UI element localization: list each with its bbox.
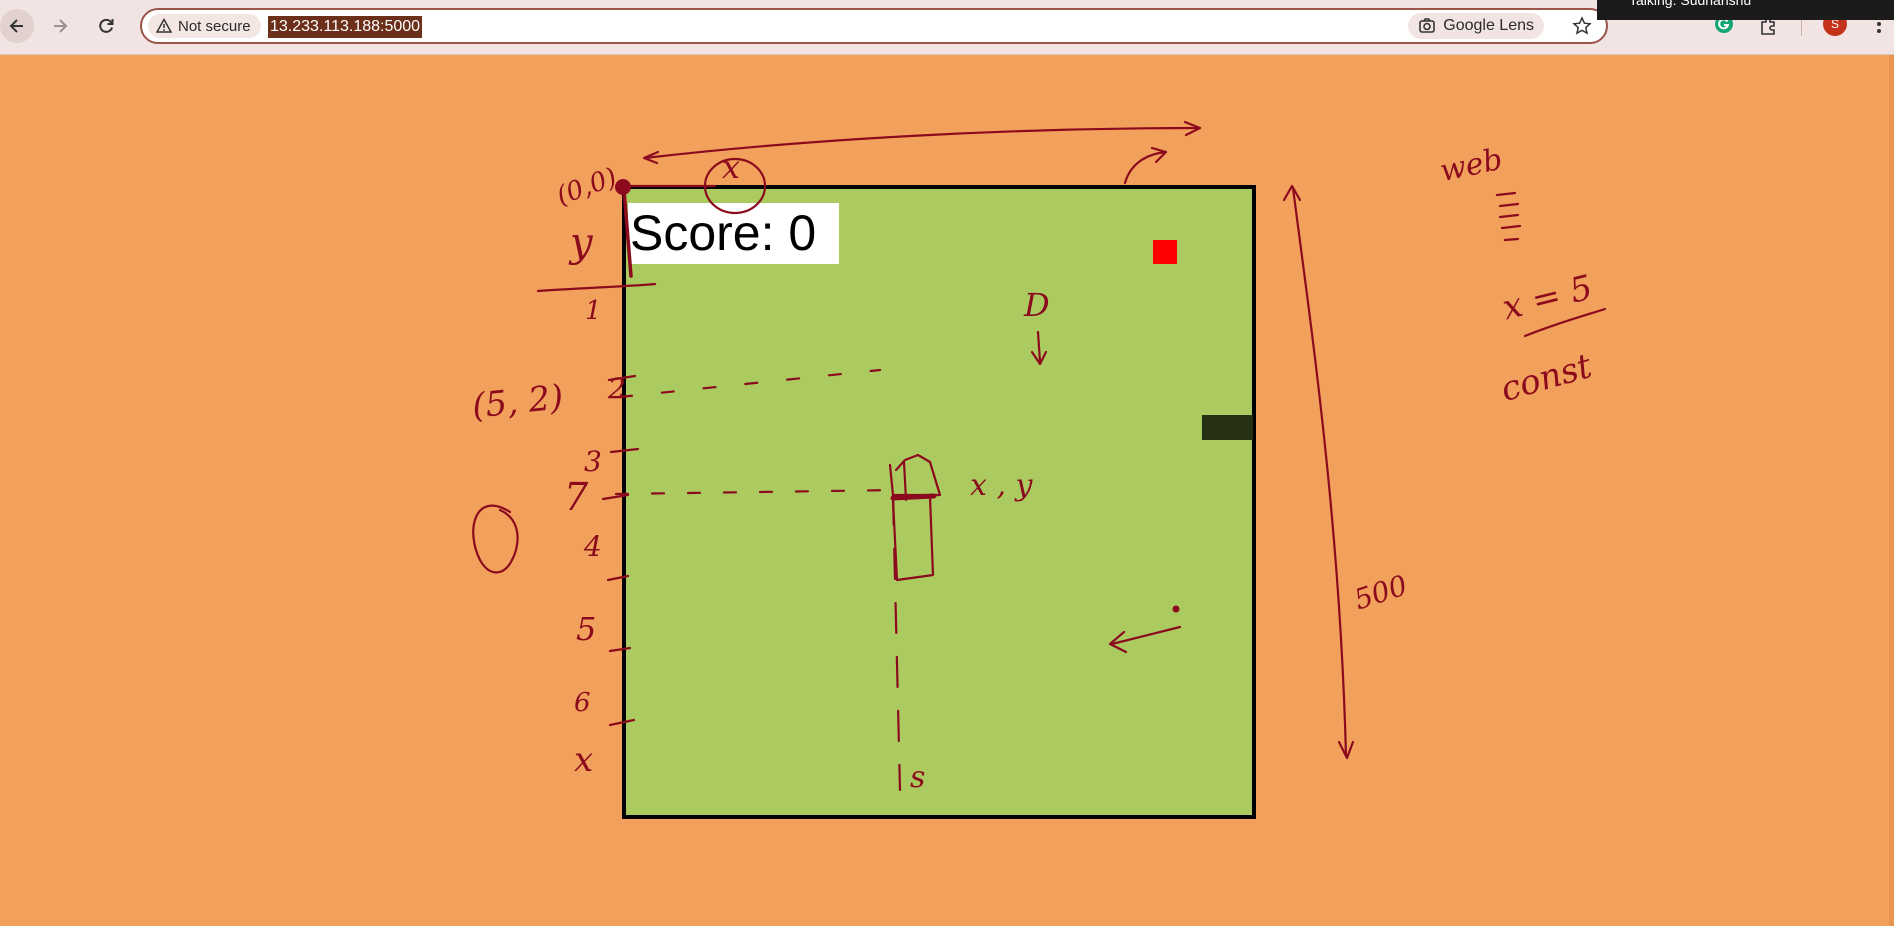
warning-icon (156, 18, 172, 33)
back-button[interactable] (0, 9, 34, 43)
google-lens-button[interactable]: Google Lens (1408, 13, 1544, 39)
address-bar[interactable]: Not secure 13.233.113.188:5000 Google Le… (140, 8, 1608, 44)
lens-label: Google Lens (1443, 17, 1534, 34)
size-500-label: 500 (1350, 568, 1412, 617)
y-axis-label: y (570, 220, 593, 266)
const-label: const (1496, 346, 1597, 410)
score-display: Score: 0 (628, 203, 839, 264)
tick-label-5: 5 (576, 610, 597, 648)
point-xy-label: x , y (970, 468, 1033, 503)
url-text[interactable]: 13.233.113.188:5000 (268, 16, 423, 38)
game-board[interactable] (622, 185, 1256, 819)
height-arrow (1291, 186, 1348, 758)
arrow-right-icon (54, 19, 68, 33)
tick-label-3: 3 (584, 445, 602, 478)
talking-banner: Talking: Sudhanshu (1597, 0, 1894, 20)
web-lines (1495, 191, 1522, 242)
tick-label-6: 6 (574, 688, 591, 718)
bottom-x-label: x (574, 740, 594, 780)
snake-body (1202, 415, 1253, 440)
page-scrollbar[interactable] (1889, 55, 1894, 926)
bookmark-star-icon[interactable] (1572, 16, 1592, 36)
reload-button[interactable] (89, 9, 123, 43)
small-arrow (1123, 150, 1168, 185)
security-chip[interactable]: Not secure (148, 14, 261, 38)
arrow-left-icon (9, 19, 23, 33)
talking-text: Talking: Sudhanshu (1629, 0, 1752, 8)
x-axis-label: x (722, 148, 741, 186)
reload-icon (99, 18, 114, 33)
tick-label-1: 1 (585, 296, 602, 326)
point-label: (5, 2) (470, 377, 566, 427)
forward-button[interactable] (43, 9, 77, 43)
tick-label-4: 4 (584, 530, 602, 563)
equation-label: x = 5 (1498, 267, 1597, 329)
origin-label: (0,0) (552, 162, 621, 212)
security-label: Not secure (178, 17, 251, 35)
s-label: s (910, 760, 926, 795)
food-block (1153, 240, 1177, 264)
direction-d-label: D (1024, 286, 1050, 324)
tick-label-2: 2 (608, 372, 626, 405)
circled-number (472, 504, 519, 574)
web-label: web (1437, 141, 1506, 190)
tick-label-7: 7 (564, 475, 589, 519)
camera-icon (1419, 18, 1436, 33)
